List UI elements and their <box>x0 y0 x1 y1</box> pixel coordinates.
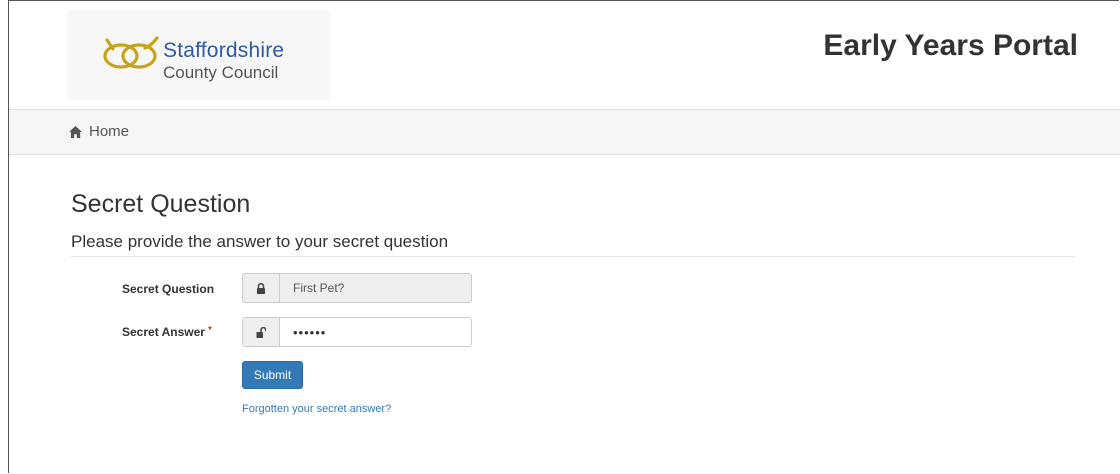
forgot-secret-answer-link[interactable]: Forgotten your secret answer? <box>242 403 391 415</box>
secret-answer-input[interactable]: •••••• <box>280 318 471 346</box>
portal-title: Early Years Portal <box>823 29 1078 62</box>
lock-icon <box>257 282 265 294</box>
secret-question-label: Secret Question <box>122 282 215 296</box>
secret-answer-addon <box>243 318 280 346</box>
secret-question-field: First Pet? <box>242 273 472 303</box>
secret-question-value: First Pet? <box>280 274 471 302</box>
navbar: Home <box>9 109 1120 155</box>
submit-button[interactable]: Submit <box>242 361 303 389</box>
section-divider <box>71 256 1075 257</box>
required-marker: * <box>207 325 212 336</box>
logo-text-line2: County Council <box>163 63 279 82</box>
council-logo[interactable]: Staffordshire County Council <box>67 10 330 100</box>
home-icon <box>69 125 82 138</box>
unlock-icon <box>256 326 266 338</box>
secret-question-addon <box>243 274 280 302</box>
page-title: Secret Question <box>71 190 251 218</box>
secret-answer-label-text: Secret Answer <box>122 325 205 339</box>
logo-text-line1: Staffordshire <box>163 39 285 62</box>
page-subtitle: Please provide the answer to your secret… <box>71 232 449 251</box>
secret-answer-field[interactable]: •••••• <box>242 317 472 347</box>
secret-answer-label: Secret Answer * <box>122 325 212 339</box>
nav-home-link[interactable]: Home <box>69 123 129 140</box>
nav-home-label: Home <box>89 123 130 140</box>
staffordshire-knot-icon <box>103 36 159 69</box>
